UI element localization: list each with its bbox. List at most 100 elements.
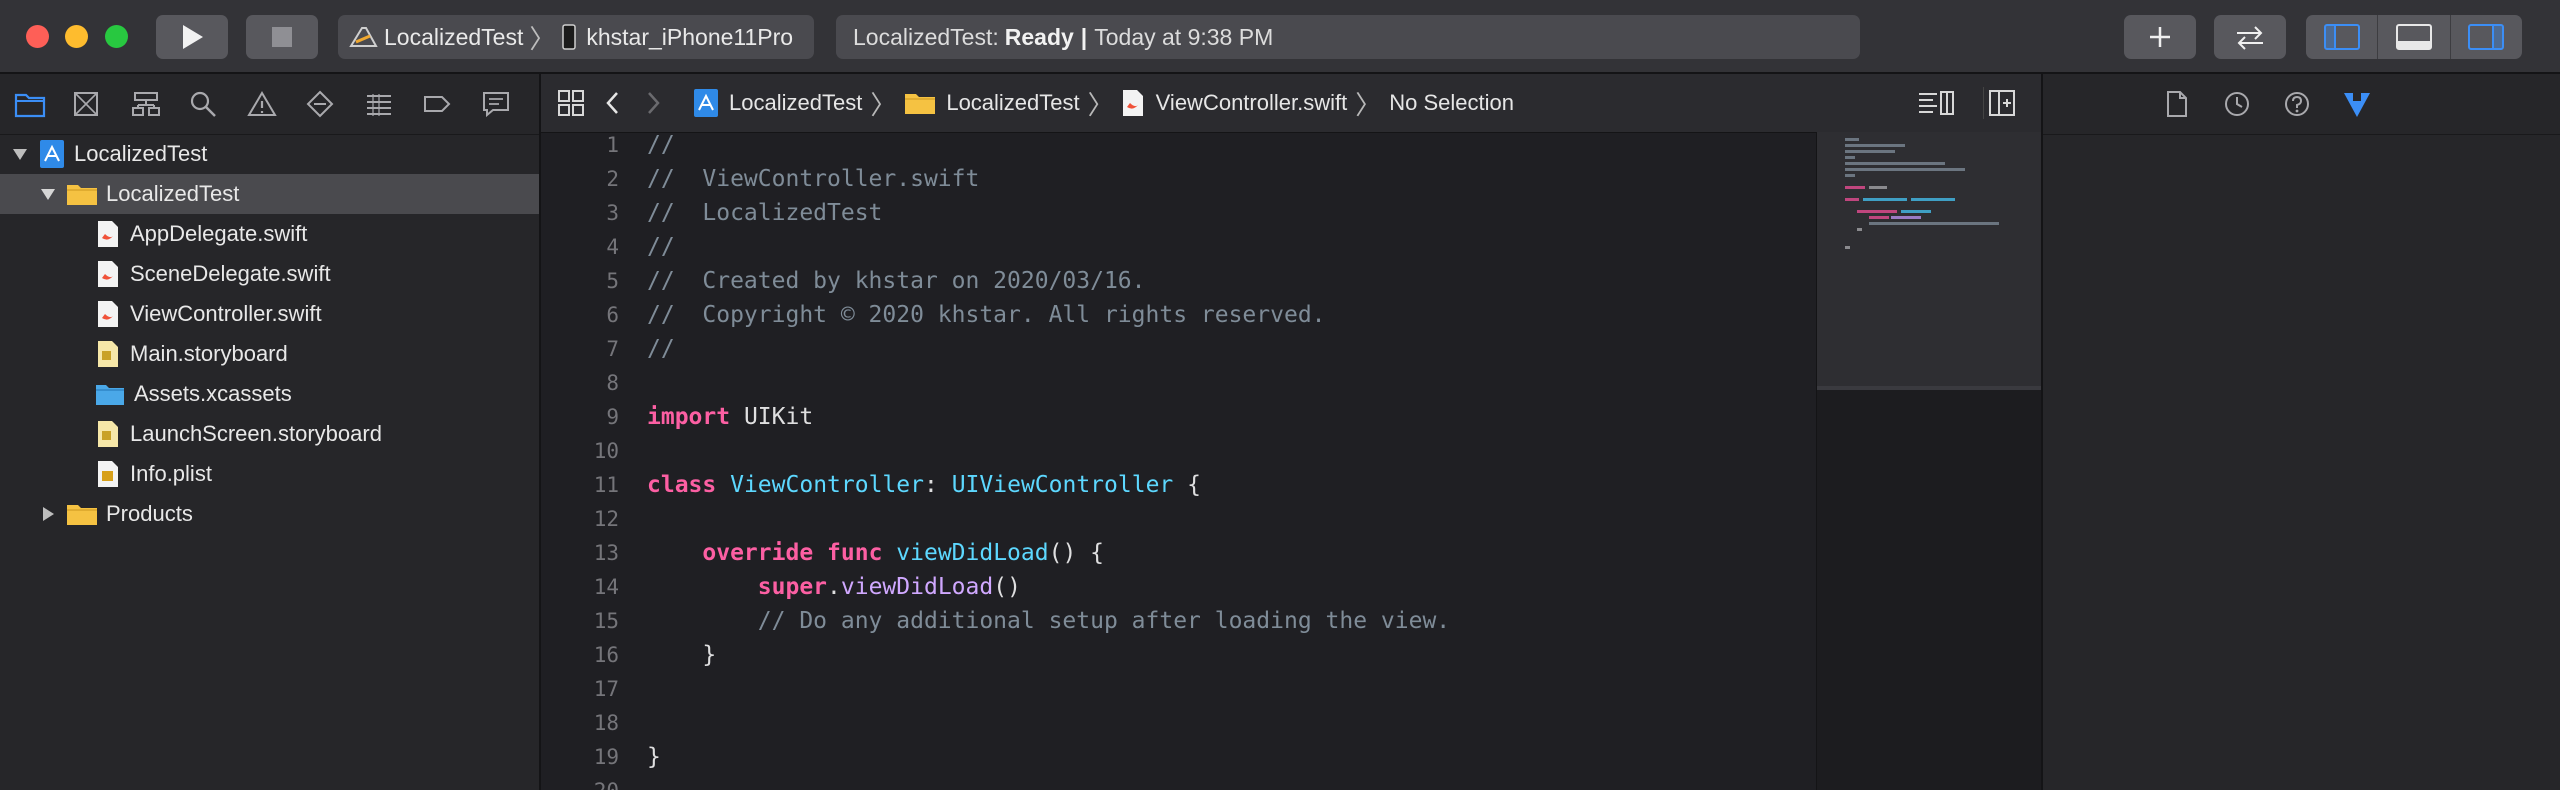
breadcrumb-separator: 〉 xyxy=(870,89,897,120)
code-line: 19} xyxy=(541,740,1816,774)
hierarchy-icon xyxy=(131,92,160,116)
folder-icon xyxy=(14,93,46,118)
breadcrumb-selection[interactable]: No Selection xyxy=(1389,90,1514,116)
attributes-icon xyxy=(2343,93,2370,117)
file-name: ViewController.swift xyxy=(130,301,322,326)
code-review-button[interactable] xyxy=(2214,15,2286,59)
report-navigator-tab[interactable] xyxy=(481,84,539,124)
play-icon xyxy=(183,25,203,49)
disclosure-triangle-closed[interactable] xyxy=(38,494,58,534)
grid-icon xyxy=(558,90,584,116)
tree-row-file[interactable]: Info.plist xyxy=(0,454,539,494)
document-icon xyxy=(2166,91,2187,117)
debug-navigator-tab[interactable] xyxy=(364,84,422,124)
clock-icon xyxy=(2224,92,2249,116)
code-line: 11 class ViewController: UIViewController… xyxy=(541,468,1816,502)
tree-row-products[interactable]: Products xyxy=(0,494,539,534)
issue-navigator-tab[interactable] xyxy=(247,84,305,124)
breadcrumb-folder[interactable]: LocalizedTest xyxy=(946,90,1079,116)
scheme-selector[interactable]: LocalizedTest 〉 khstar_iPhone11Pro xyxy=(338,15,814,59)
test-navigator-tab[interactable] xyxy=(306,84,364,124)
type-token: UIViewController xyxy=(951,472,1174,498)
quick-help-inspector-tab[interactable] xyxy=(2282,89,2312,119)
line-number: 2 xyxy=(606,167,619,191)
xcode-project-icon xyxy=(694,89,718,117)
minimap-line xyxy=(1901,210,1931,213)
code-text: import UIKit xyxy=(647,400,813,434)
folder-yellow-icon xyxy=(66,499,98,529)
line-number: 13 xyxy=(593,541,619,565)
navigator-selector-bar xyxy=(0,74,539,135)
split-editor-button[interactable] xyxy=(1983,87,2020,119)
source-control-navigator-tab[interactable] xyxy=(72,84,130,124)
minimap-line xyxy=(1845,150,1895,153)
zoom-window-button[interactable] xyxy=(105,25,128,48)
jump-bar: LocalizedTest 〉 LocalizedTest 〉 ViewCont… xyxy=(541,74,2041,133)
code-line: 15 // Do any additional setup after load… xyxy=(541,604,1816,638)
back-button[interactable] xyxy=(605,83,635,123)
stop-button[interactable] xyxy=(246,15,318,59)
tree-row-group[interactable]: LocalizedTest xyxy=(0,174,539,214)
minimap-line xyxy=(1863,198,1907,201)
toggle-debug-area-button[interactable] xyxy=(2378,15,2451,59)
minimap-line xyxy=(1845,162,1945,165)
code-text: class ViewController: UIViewController { xyxy=(647,468,1201,502)
tree-row-project[interactable]: LocalizedTest xyxy=(0,134,539,174)
status-project: LocalizedTest: xyxy=(853,23,999,50)
report-bubble-icon xyxy=(482,92,509,118)
tree-row-file[interactable]: SceneDelegate.swift xyxy=(0,254,539,294)
folder-yellow-icon xyxy=(905,94,936,114)
run-button[interactable] xyxy=(156,15,228,59)
code-text: super.viewDidLoad() xyxy=(647,570,1021,604)
tree-row-file[interactable]: Main.storyboard xyxy=(0,334,539,374)
punctuation-token: } xyxy=(702,642,717,668)
minimap[interactable] xyxy=(1816,132,2042,790)
history-inspector-tab[interactable] xyxy=(2222,89,2252,119)
line-number: 9 xyxy=(606,405,619,429)
xcode-project-icon xyxy=(38,139,66,169)
tree-row-file[interactable]: AppDelegate.swift xyxy=(0,214,539,254)
code-text: // ViewController.swift xyxy=(647,166,980,192)
code-line: 17 xyxy=(541,672,1816,706)
project-navigator-tab[interactable] xyxy=(14,84,72,124)
line-number: 8 xyxy=(606,371,619,395)
tree-row-file[interactable]: ViewController.swift xyxy=(0,294,539,334)
line-number: 4 xyxy=(606,235,619,259)
minimap-line xyxy=(1869,186,1887,189)
project-name: LocalizedTest xyxy=(74,141,208,166)
toggle-navigator-button[interactable] xyxy=(2306,15,2379,59)
breadcrumb-project[interactable]: LocalizedTest xyxy=(729,90,862,116)
breakpoint-navigator-tab[interactable] xyxy=(422,84,480,124)
close-window-button[interactable] xyxy=(26,25,49,48)
code-text: // LocalizedTest xyxy=(647,200,883,226)
code-area[interactable]: 1 // 2 // ViewController.swift 3 // Localiz… xyxy=(541,132,1816,790)
code-text: // Created by khstar on 2020/03/16. xyxy=(647,268,1146,294)
library-button[interactable] xyxy=(2124,15,2196,59)
line-number: 15 xyxy=(593,609,619,633)
related-items-button[interactable] xyxy=(557,83,591,123)
file-inspector-tab[interactable] xyxy=(2162,89,2192,119)
tree-row-file[interactable]: LaunchScreen.storyboard xyxy=(0,414,539,454)
attributes-inspector-tab[interactable] xyxy=(2342,89,2372,119)
toggle-inspector-button[interactable] xyxy=(2451,15,2522,59)
forward-button[interactable] xyxy=(647,83,677,123)
status-time: Today at 9:38 PM xyxy=(1094,23,1274,50)
code-text: // xyxy=(647,336,675,362)
minimize-window-button[interactable] xyxy=(65,25,88,48)
symbol-navigator-tab[interactable] xyxy=(131,84,189,124)
minimap-divider xyxy=(1817,386,2042,390)
punctuation-token: () { xyxy=(1048,540,1104,566)
minimap-line xyxy=(1857,210,1897,213)
right-panel-icon xyxy=(2468,24,2505,50)
code-text: // xyxy=(647,234,675,260)
minimap-line xyxy=(1845,246,1850,249)
breadcrumb-file[interactable]: ViewController.swift xyxy=(1156,90,1348,116)
editor-options-button[interactable] xyxy=(1915,87,1957,119)
tree-row-file[interactable]: Assets.xcassets xyxy=(0,374,539,414)
line-number: 7 xyxy=(606,337,619,361)
code-line: 20 xyxy=(541,774,1816,790)
disclosure-triangle-open[interactable] xyxy=(38,174,58,214)
disclosure-triangle-open[interactable] xyxy=(10,134,30,174)
find-navigator-tab[interactable] xyxy=(189,84,247,124)
triangle-down-icon xyxy=(13,149,27,160)
